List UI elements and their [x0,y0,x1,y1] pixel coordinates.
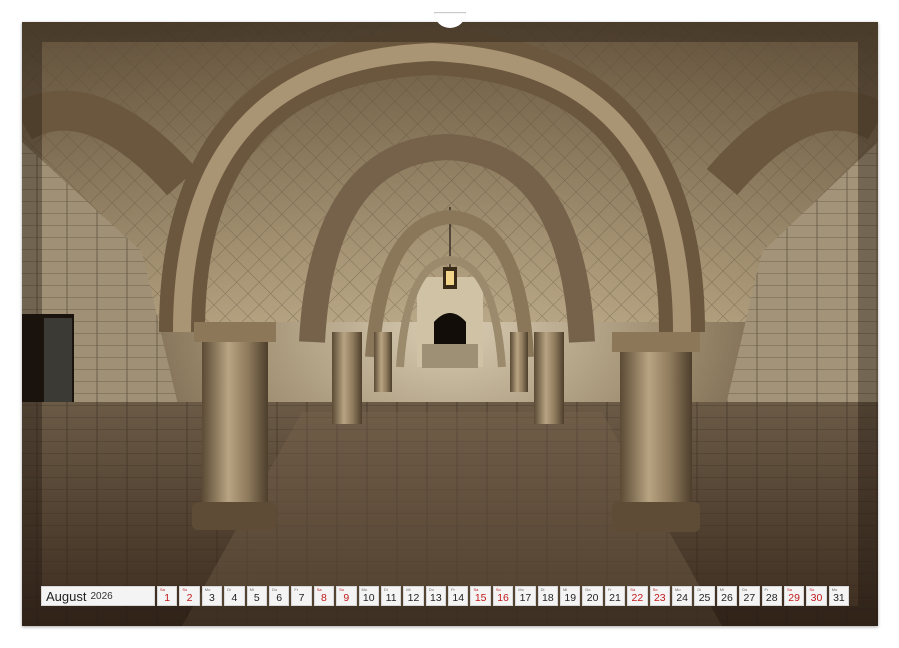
day-number: 23 [653,592,666,604]
day-cell: So 23 [649,586,670,606]
day-number: 29 [788,592,800,604]
day-cell: Do 27 [739,586,760,606]
day-cell: Do 6 [268,586,290,606]
day-number: 3 [209,592,215,604]
day-cell: Mo 31 [828,586,850,606]
day-number: 31 [833,592,845,604]
day-cell: Mo 17 [515,586,536,606]
day-cell: Di 11 [380,586,402,606]
day-number: 24 [676,592,689,604]
month-name: August [46,588,87,604]
day-cell: So 30 [806,586,827,606]
day-cell: Do 13 [425,586,447,606]
day-cell: Di 18 [537,586,559,606]
day-number: 13 [430,592,442,604]
day-cell: Fr 7 [291,586,312,606]
day-number: 27 [743,592,756,604]
day-cell: Mo 24 [671,586,693,606]
day-number: 18 [541,592,554,604]
day-number: 9 [343,592,350,604]
day-number: 17 [519,592,532,604]
day-cell: So 2 [179,586,200,606]
day-number: 28 [765,592,778,604]
day-cell: Sa 29 [783,586,805,606]
day-cell: Mi 19 [560,586,581,606]
day-number: 8 [321,592,327,604]
day-cell: Mo 10 [358,586,379,606]
day-cell: Mi 12 [403,586,424,606]
day-cell: Fr 14 [448,586,469,606]
day-cell: Di 4 [224,586,245,606]
day-cell: Sa 15 [470,586,491,606]
day-number: 12 [407,592,420,604]
day-cell: Fr 28 [761,586,782,606]
day-number: 25 [698,592,711,604]
day-cell: Mi 26 [716,586,738,606]
day-number: 19 [564,592,577,604]
month-year: 2026 [90,590,113,602]
day-cell: So 9 [336,586,357,606]
day-cell: Mi 5 [246,586,267,606]
day-cell: So 16 [492,586,514,606]
month-calendar-strip: August 2026 Sa 1 So 2 Mo 3 Di 4 Mi 5 Do 6 Fr 7 Sa 8 So 9 M… [41,586,859,606]
day-number: 21 [609,592,621,604]
vaulted-hall-illustration [22,22,878,626]
day-number: 11 [385,592,397,604]
day-number: 7 [298,592,305,604]
day-number: 10 [362,592,375,604]
crypt-photo [22,22,878,626]
day-cell: Fr 21 [604,586,626,606]
day-cell: Sa 22 [627,586,648,606]
day-cell: Di 25 [694,586,715,606]
day-number: 26 [721,592,733,604]
day-cell: Mo 3 [201,586,223,606]
day-number: 2 [186,592,193,604]
day-number: 20 [586,592,599,604]
month-label-cell: August 2026 [41,586,155,606]
calendar-page: August 2026 Sa 1 So 2 Mo 3 Di 4 Mi 5 Do 6 Fr 7 Sa 8 So 9 M… [0,0,899,648]
day-number: 16 [497,592,509,604]
day-number: 1 [164,592,171,604]
day-cell: Sa 1 [157,586,178,606]
day-number: 15 [474,592,487,604]
day-cell: Sa 8 [313,586,335,606]
day-number: 6 [276,592,283,604]
day-number: 22 [631,592,644,604]
day-number: 30 [810,592,823,604]
day-number: 14 [452,592,465,604]
day-cell: Do 20 [582,586,603,606]
day-number: 4 [231,592,238,604]
day-number: 5 [253,592,260,604]
